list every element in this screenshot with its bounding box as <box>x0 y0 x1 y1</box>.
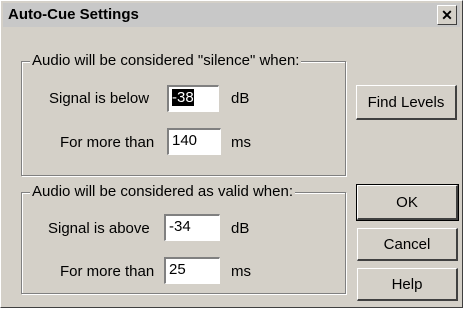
silence-duration-value: 140 <box>172 132 198 149</box>
valid-duration-label: For more than <box>60 263 155 280</box>
ok-button[interactable]: OK <box>356 184 459 221</box>
window-title: Auto-Cue Settings <box>8 6 139 23</box>
find-levels-button[interactable]: Find Levels <box>356 85 457 120</box>
valid-duration-unit: ms <box>231 263 251 280</box>
silence-signal-unit: dB <box>231 90 250 107</box>
silence-signal-value: -38 <box>172 89 194 106</box>
silence-duration-label: For more than <box>60 134 155 151</box>
valid-signal-unit: dB <box>231 220 250 237</box>
help-button[interactable]: Help <box>357 268 458 301</box>
valid-group-legend: Audio will be considered as valid when: <box>30 183 295 200</box>
valid-duration-input[interactable]: 25 <box>164 257 220 284</box>
silence-group: Audio will be considered "silence" when: <box>21 52 346 176</box>
silence-duration-unit: ms <box>231 134 251 151</box>
valid-signal-input[interactable]: -34 <box>164 214 220 241</box>
auto-cue-settings-dialog: Auto-Cue Settings ✕ Audio will be consid… <box>0 0 463 308</box>
silence-duration-input[interactable]: 140 <box>167 128 221 155</box>
title-bar[interactable]: Auto-Cue Settings ✕ <box>3 3 460 27</box>
silence-group-legend: Audio will be considered "silence" when: <box>30 52 302 69</box>
valid-signal-label: Signal is above <box>48 220 150 237</box>
silence-signal-input[interactable]: -38 <box>167 85 219 112</box>
valid-duration-value: 25 <box>169 261 186 278</box>
cancel-button[interactable]: Cancel <box>357 228 458 261</box>
silence-signal-label: Signal is below <box>49 90 150 107</box>
close-icon[interactable]: ✕ <box>437 5 457 25</box>
valid-signal-value: -34 <box>169 218 191 235</box>
